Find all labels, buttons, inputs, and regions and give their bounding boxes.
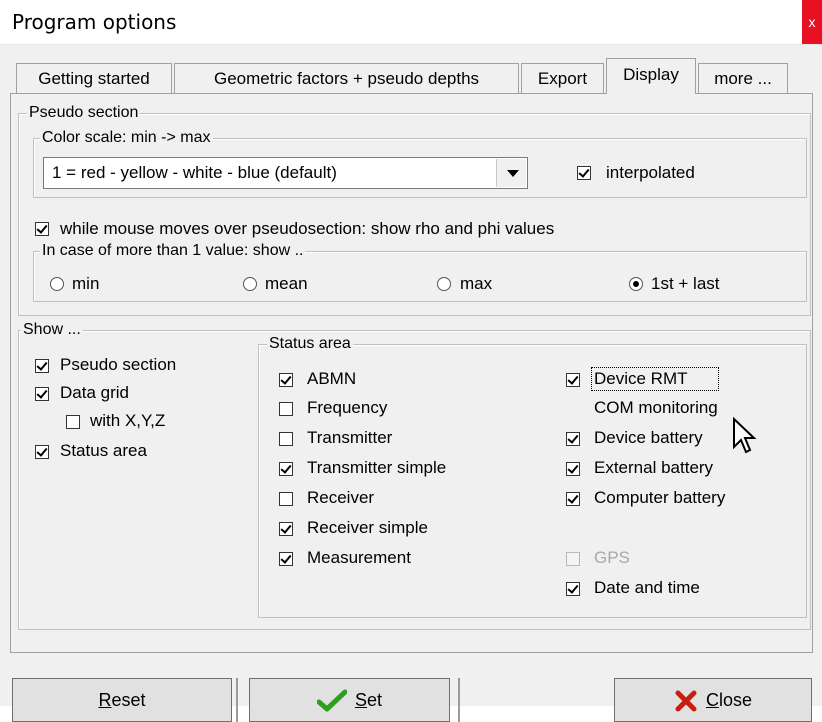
x-icon	[675, 690, 697, 712]
chevron-down-icon[interactable]	[496, 159, 526, 187]
radio-1st-last[interactable]	[629, 277, 643, 291]
status-gps-label: GPS	[594, 548, 630, 567]
tab-display[interactable]: Display	[606, 58, 696, 94]
tab-more[interactable]: more ...	[698, 63, 788, 93]
reset-button[interactable]: Reset	[12, 678, 232, 722]
interpolated-checkbox[interactable]	[577, 166, 591, 180]
tab-getting-started[interactable]: Getting started	[16, 63, 172, 93]
color-scale-title: Color scale: min -> max	[40, 128, 213, 148]
status-external-battery-label: External battery	[594, 458, 714, 477]
mouse-show-values-label: while mouse moves over pseudosection: sh…	[60, 219, 555, 238]
reset-label-rest: eset	[111, 690, 146, 710]
status-frequency-label: Frequency	[307, 398, 388, 417]
color-scale-value: 1 = red - yellow - white - blue (default…	[52, 163, 337, 182]
radio-mean[interactable]	[243, 277, 257, 291]
status-measurement-label: Measurement	[307, 548, 411, 567]
show-status-area-label: Status area	[60, 441, 147, 460]
status-abmn-checkbox[interactable]	[279, 373, 293, 387]
radio-max-label: max	[460, 274, 493, 293]
status-date-time-checkbox[interactable]	[566, 582, 580, 596]
status-transmitter-simple-checkbox[interactable]	[279, 462, 293, 476]
status-computer-battery-checkbox[interactable]	[566, 492, 580, 506]
set-button[interactable]: Set	[249, 678, 450, 722]
status-device-battery-label: Device battery	[594, 428, 703, 447]
show-pseudo-section-label: Pseudo section	[60, 355, 177, 374]
pseudo-section-title: Pseudo section	[27, 103, 141, 123]
checkmark-icon	[316, 689, 348, 712]
with-xyz-checkbox[interactable]	[66, 415, 80, 429]
reset-mnemonic: R	[98, 690, 112, 710]
radio-max[interactable]	[437, 277, 451, 291]
status-external-battery-checkbox[interactable]	[566, 462, 580, 476]
color-scale-select[interactable]: 1 = red - yellow - white - blue (default…	[43, 157, 528, 189]
status-device-rmt-checkbox[interactable]	[566, 373, 580, 387]
status-computer-battery-label: Computer battery	[594, 488, 726, 507]
com-monitoring-label: COM monitoring	[594, 398, 718, 417]
show-data-grid-checkbox[interactable]	[35, 387, 49, 401]
status-frequency-checkbox[interactable]	[279, 402, 293, 416]
close-window-button[interactable]: x	[802, 0, 822, 44]
status-date-time-label: Date and time	[594, 578, 700, 597]
set-mnemonic: S	[354, 690, 367, 710]
mouse-cursor-icon	[733, 417, 757, 454]
radio-mean-label: mean	[265, 274, 308, 293]
status-area-title: Status area	[267, 334, 353, 354]
tab-export[interactable]: Export	[521, 63, 604, 93]
status-receiver-simple-label: Receiver simple	[307, 518, 428, 537]
set-label-rest: et	[367, 690, 383, 710]
mouse-show-values-checkbox[interactable]	[35, 222, 49, 236]
button-separator	[458, 678, 460, 722]
radio-min-label: min	[72, 274, 100, 293]
dialog-client: Getting started Geometric factors + pseu…	[0, 45, 822, 722]
status-abmn-label: ABMN	[307, 369, 357, 388]
interpolated-label: interpolated	[606, 163, 695, 182]
close-button[interactable]: Close	[614, 678, 812, 722]
status-receiver-simple-checkbox[interactable]	[279, 522, 293, 536]
close-mnemonic: C	[705, 690, 719, 710]
titlebar: Program options x	[0, 0, 822, 45]
status-receiver-checkbox[interactable]	[279, 492, 293, 506]
status-transmitter-checkbox[interactable]	[279, 432, 293, 446]
show-status-area-checkbox[interactable]	[35, 445, 49, 459]
status-transmitter-simple-label: Transmitter simple	[307, 458, 447, 477]
radio-min[interactable]	[50, 277, 64, 291]
tab-geometric-factors[interactable]: Geometric factors + pseudo depths	[174, 63, 519, 93]
show-title: Show ...	[21, 320, 83, 340]
close-label-rest: lose	[718, 690, 753, 710]
status-transmitter-label: Transmitter	[307, 428, 393, 447]
status-receiver-label: Receiver	[307, 488, 375, 507]
show-pseudo-section-checkbox[interactable]	[35, 359, 49, 373]
status-device-battery-checkbox[interactable]	[566, 432, 580, 446]
show-data-grid-label: Data grid	[60, 383, 129, 402]
multi-value-title: In case of more than 1 value: show ..	[40, 241, 306, 261]
status-measurement-checkbox[interactable]	[279, 552, 293, 566]
radio-1st-last-label: 1st + last	[651, 274, 720, 293]
focus-rectangle	[591, 367, 719, 391]
window-title: Program options	[12, 10, 177, 34]
with-xyz-label: with X,Y,Z	[90, 411, 166, 430]
status-gps-checkbox	[566, 552, 580, 566]
button-separator	[236, 678, 238, 722]
